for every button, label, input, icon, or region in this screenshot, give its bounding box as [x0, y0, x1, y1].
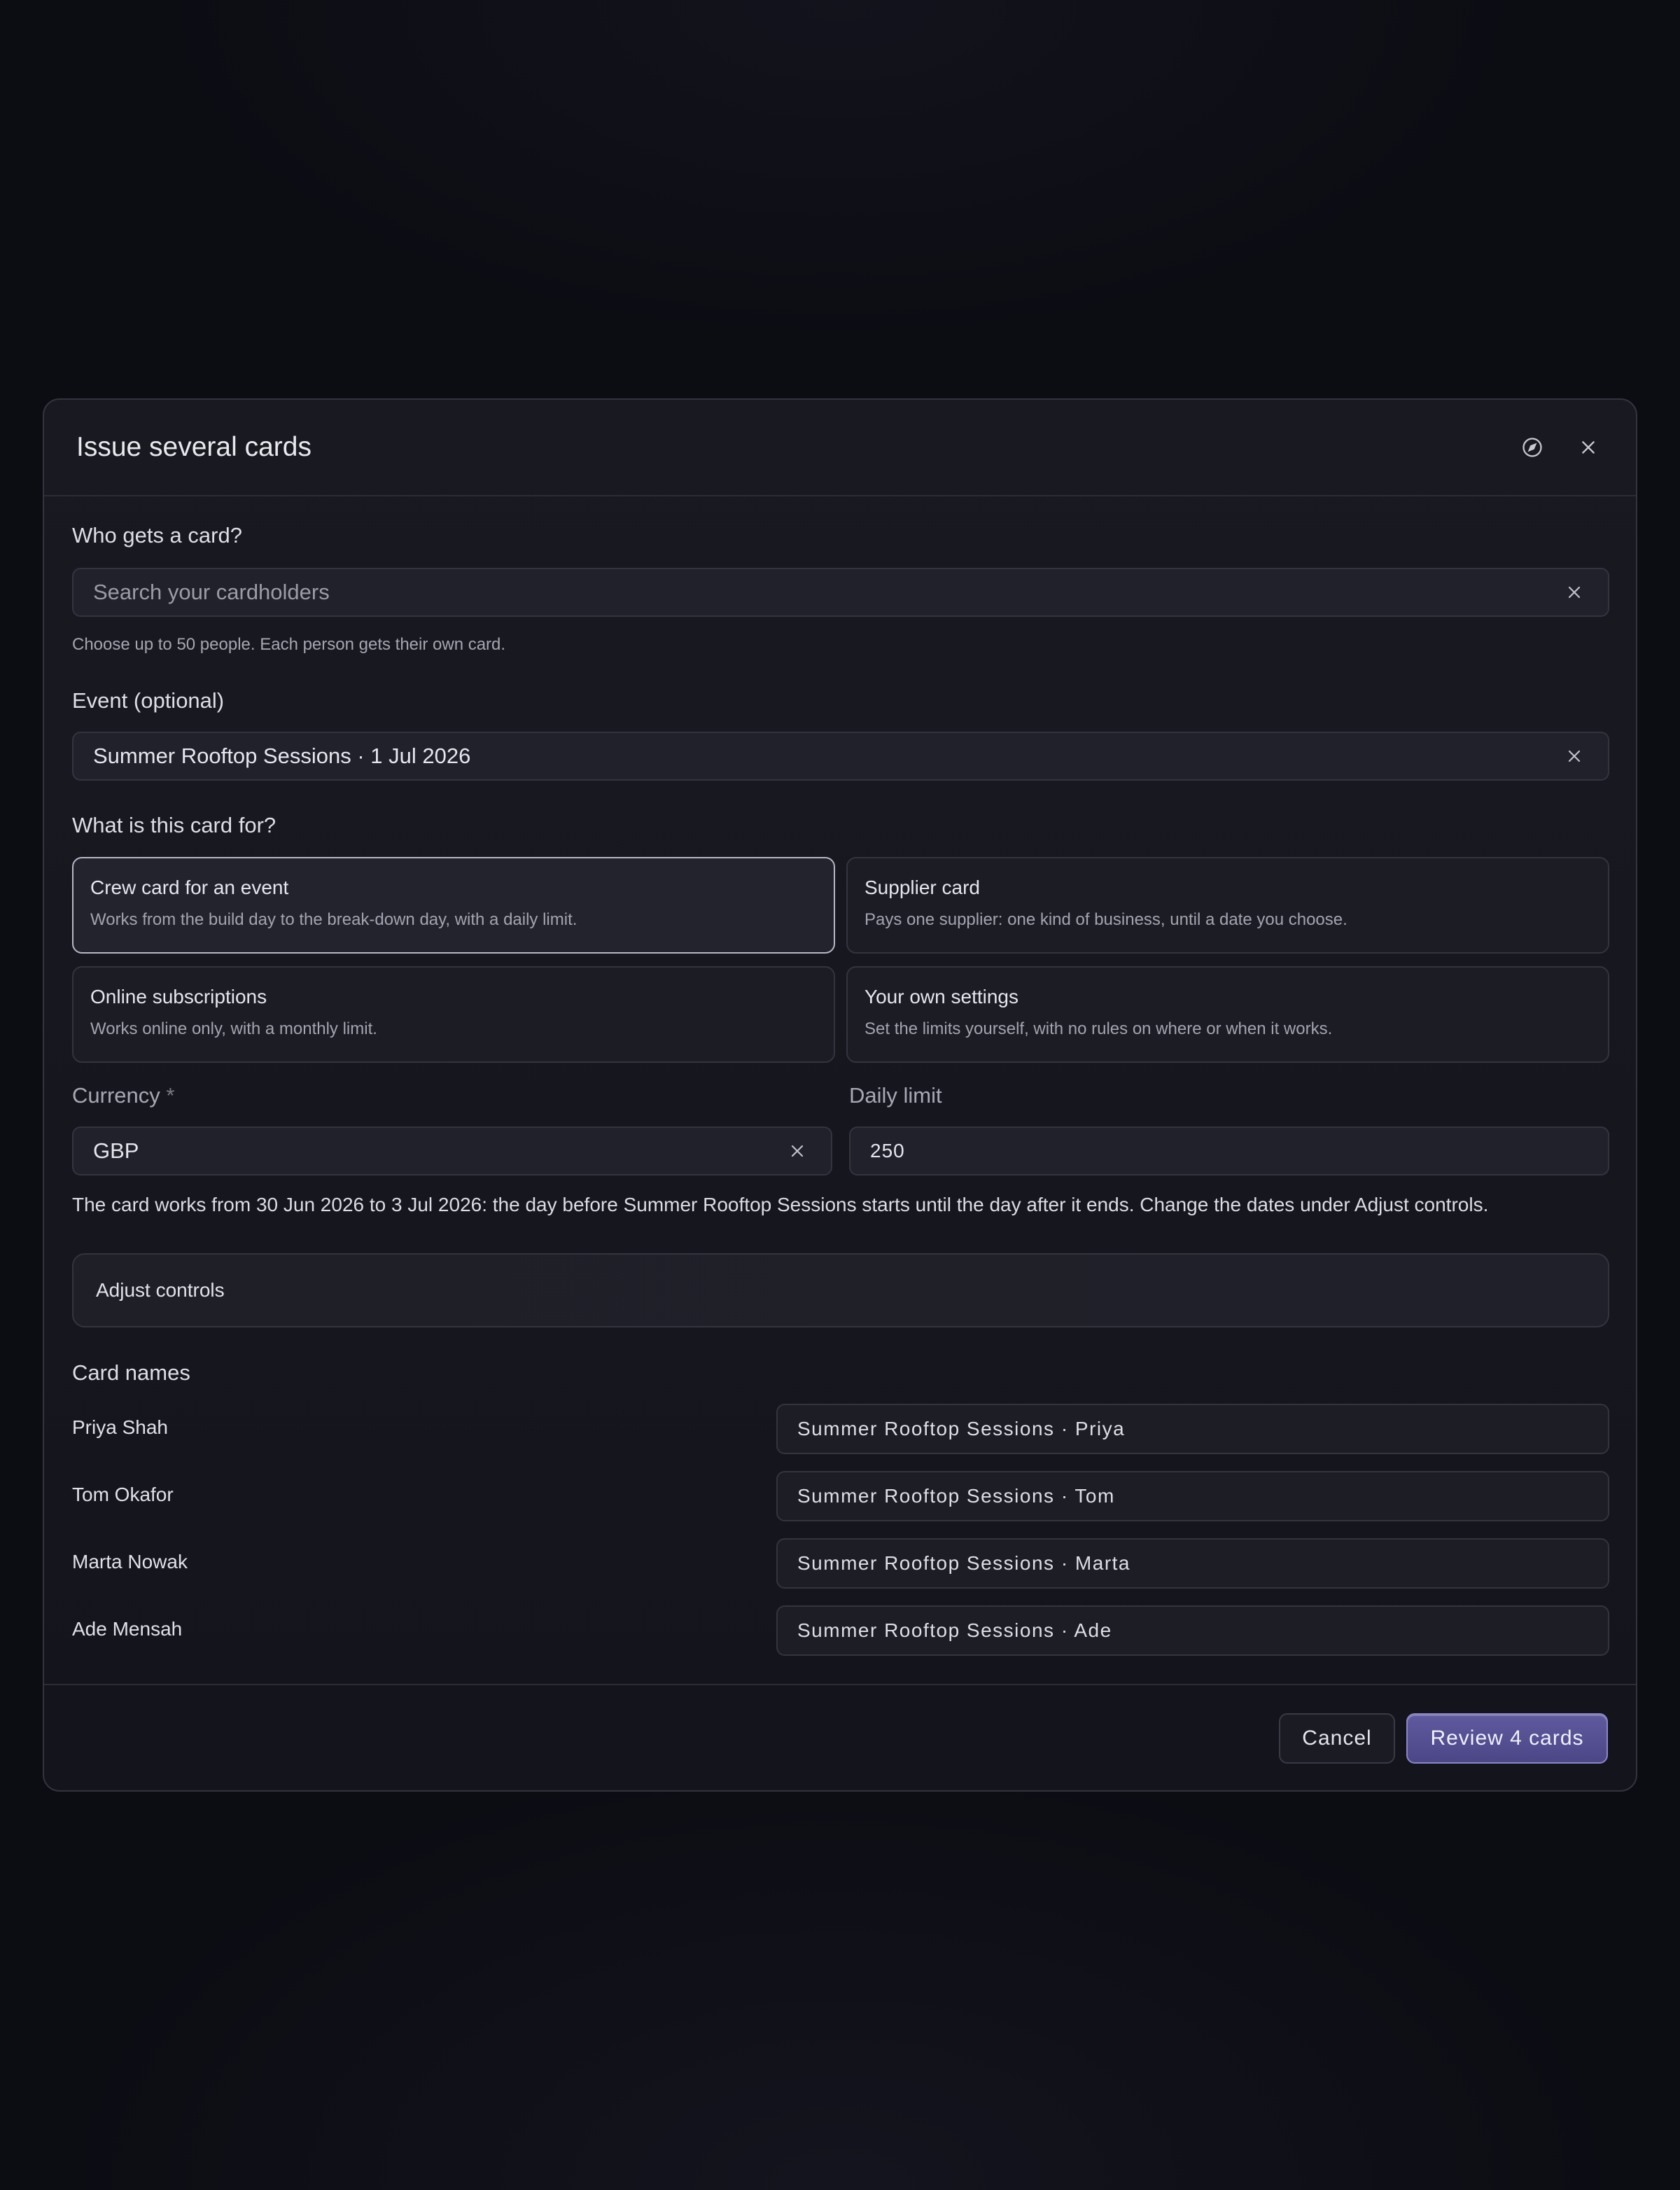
option-title: Crew card for an event	[90, 877, 289, 898]
cardholders-label: Who gets a card?	[72, 523, 242, 548]
card-name-row: Ade Mensah	[72, 1605, 1609, 1656]
option-desc: Works from the build day to the break-do…	[90, 910, 578, 929]
option-desc: Works online only, with a monthly limit.	[90, 1019, 377, 1038]
card-name-field[interactable]	[776, 1471, 1609, 1521]
clear-search-icon[interactable]	[1560, 578, 1588, 606]
card-name-row: Priya Shah	[72, 1404, 1609, 1454]
validity-note: The card works from 30 Jun 2026 to 3 Jul…	[72, 1194, 1489, 1215]
adjust-controls-toggle[interactable]: Adjust controls	[72, 1253, 1609, 1327]
close-icon[interactable]	[1573, 432, 1604, 463]
cardholder-search-field[interactable]	[72, 568, 1609, 617]
event-value: Summer Rooftop Sessions · 1 Jul 2026	[93, 744, 471, 768]
event-field[interactable]: Summer Rooftop Sessions · 1 Jul 2026	[72, 732, 1609, 781]
currency-label-text: Currency	[72, 1083, 160, 1108]
card-name-input[interactable]	[797, 1619, 1588, 1642]
clear-currency-icon[interactable]	[783, 1137, 811, 1165]
adjust-controls-label: Adjust controls	[96, 1279, 225, 1301]
cardholder-name: Ade Mensah	[72, 1618, 183, 1640]
issue-cards-modal: Issue several cards Who gets a card? Cho…	[43, 398, 1637, 1792]
currency-label: Currency *	[72, 1083, 174, 1108]
cardholder-name: Marta Nowak	[72, 1551, 188, 1572]
currency-value: GBP	[93, 1138, 139, 1163]
card-name-field[interactable]	[776, 1538, 1609, 1589]
daily-limit-field[interactable]	[849, 1127, 1609, 1176]
daily-limit-label: Daily limit	[849, 1083, 942, 1108]
required-mark: *	[166, 1083, 175, 1108]
option-title: Supplier card	[864, 877, 980, 898]
clear-event-icon[interactable]	[1560, 742, 1588, 770]
card-name-row: Marta Nowak	[72, 1538, 1609, 1589]
option-supplier-card[interactable]: Supplier card Pays one supplier: one kin…	[846, 857, 1609, 954]
option-desc: Pays one supplier: one kind of business,…	[864, 910, 1348, 929]
card-names-label: Card names	[72, 1360, 190, 1385]
option-own-settings[interactable]: Your own settings Set the limits yoursel…	[846, 966, 1609, 1063]
modal-footer: Cancel Review 4 cards	[44, 1684, 1636, 1790]
cardholders-hint: Choose up to 50 people. Each person gets…	[72, 635, 506, 654]
modal-title: Issue several cards	[76, 432, 312, 462]
cancel-button[interactable]: Cancel	[1279, 1713, 1395, 1764]
option-title: Online subscriptions	[90, 986, 267, 1007]
option-title: Your own settings	[864, 986, 1018, 1007]
modal-header: Issue several cards	[44, 400, 1636, 496]
daily-limit-input[interactable]	[870, 1140, 1588, 1162]
card-name-field[interactable]	[776, 1605, 1609, 1656]
option-desc: Set the limits yourself, with no rules o…	[864, 1019, 1333, 1038]
header-actions	[1517, 432, 1604, 463]
event-label: Event (optional)	[72, 688, 225, 713]
option-crew-card[interactable]: Crew card for an event Works from the bu…	[72, 857, 835, 954]
card-name-input[interactable]	[797, 1418, 1588, 1440]
cardholder-search-input[interactable]	[93, 580, 1560, 605]
card-name-field[interactable]	[776, 1404, 1609, 1454]
compass-icon[interactable]	[1517, 432, 1548, 463]
card-name-input[interactable]	[797, 1485, 1588, 1507]
cardholder-name: Priya Shah	[72, 1416, 168, 1438]
option-online-subscriptions[interactable]: Online subscriptions Works online only, …	[72, 966, 835, 1063]
review-cards-button[interactable]: Review 4 cards	[1406, 1713, 1608, 1764]
card-name-input[interactable]	[797, 1552, 1588, 1575]
cardholder-name: Tom Okafor	[72, 1484, 174, 1505]
card-name-row: Tom Okafor	[72, 1471, 1609, 1521]
purpose-label: What is this card for?	[72, 813, 276, 837]
currency-select[interactable]: GBP	[72, 1127, 832, 1176]
